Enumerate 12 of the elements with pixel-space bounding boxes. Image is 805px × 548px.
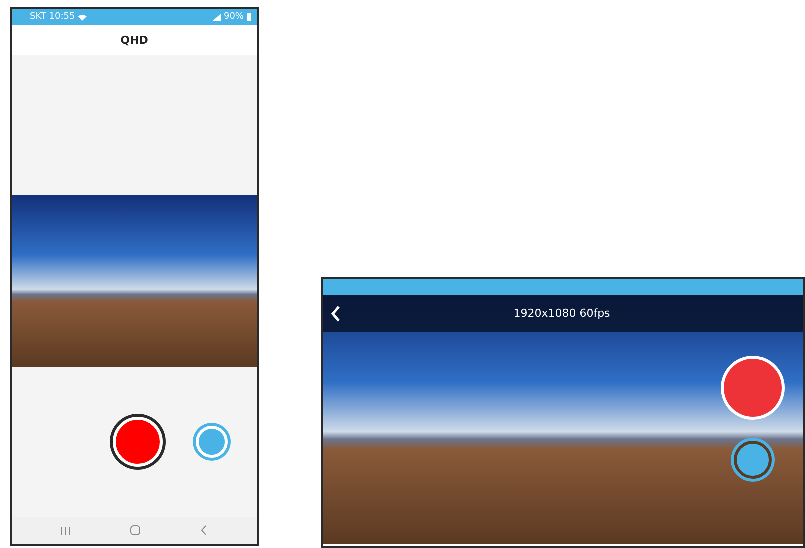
capture-button[interactable] <box>734 441 772 479</box>
record-button[interactable] <box>113 417 163 467</box>
home-icon[interactable] <box>128 523 143 538</box>
battery-percent: 90% <box>224 12 244 22</box>
back-icon[interactable] <box>331 306 341 322</box>
battery-icon <box>247 13 251 21</box>
carrier-time: SKT 10:55 <box>30 12 76 22</box>
resolution-label: 1920x1080 60fps <box>514 307 610 320</box>
wifi-icon <box>78 14 88 20</box>
signal-icon <box>212 14 221 20</box>
record-button[interactable] <box>724 359 782 417</box>
page-title: QHD <box>120 34 148 46</box>
